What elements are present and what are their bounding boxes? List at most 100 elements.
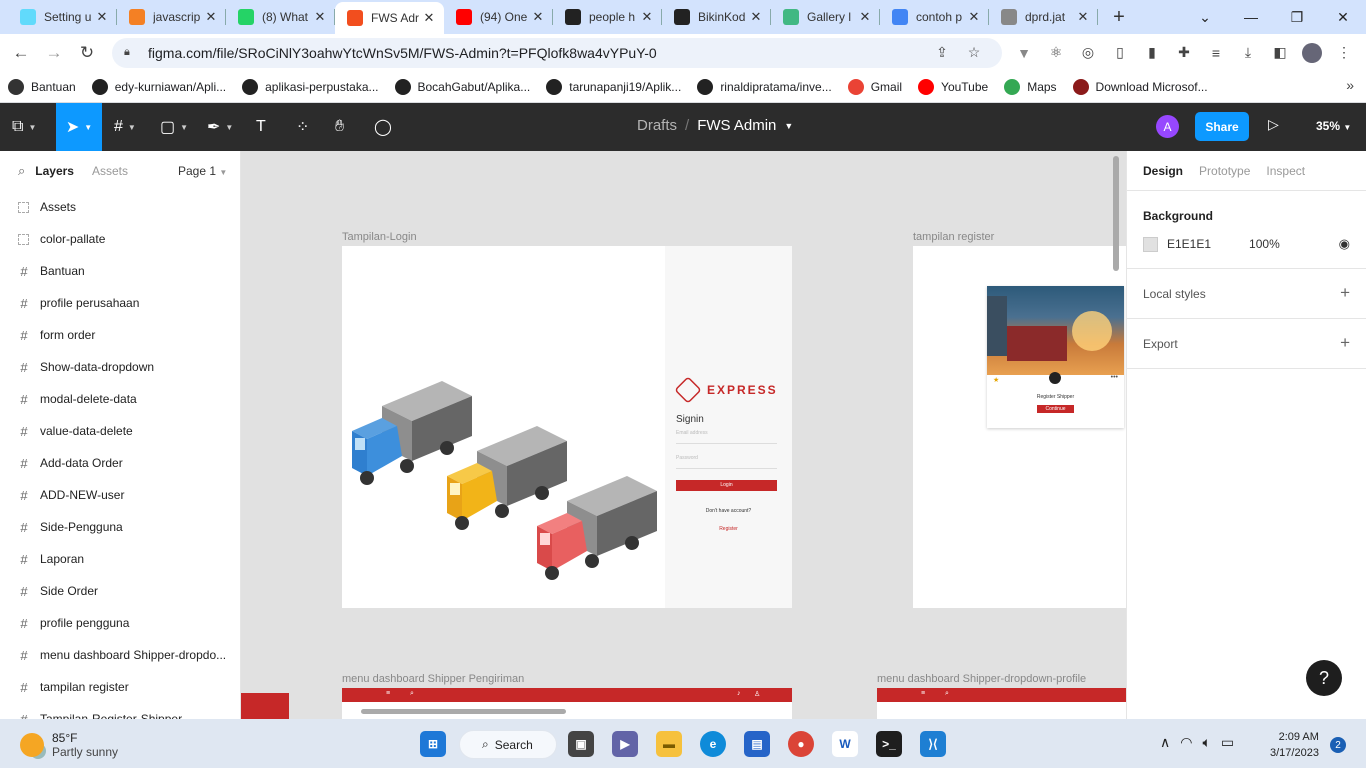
bookmark-item[interactable]: tarunapanji19/Aplik... [546, 78, 681, 95]
taskbar-clock[interactable]: 2:09 AM 3/17/2023 [1270, 729, 1319, 761]
side-panel-icon[interactable]: ◧ [1264, 38, 1296, 68]
battery-icon[interactable]: ▭ [1221, 734, 1234, 751]
close-tab-icon[interactable]: ✕ [95, 9, 109, 25]
layer-item[interactable]: # Side-Pengguna [0, 511, 240, 543]
hand-tool-icon[interactable]: ✋︎ [335, 115, 344, 139]
notification-badge[interactable]: 2 [1330, 737, 1346, 753]
reading-list-icon[interactable]: ≡ [1200, 38, 1232, 68]
browser-tab[interactable]: Gallery l ✕ [771, 0, 880, 34]
frame-tool-icon[interactable]: # ▼ [114, 115, 136, 139]
close-window-button[interactable]: ✕ [1320, 9, 1366, 26]
bookmark-star-icon[interactable]: ☆ [958, 44, 990, 61]
layer-item[interactable]: # ADD-NEW-user [0, 479, 240, 511]
frame-dashboard-pengiriman[interactable]: ≡ ⌕ ♪ ♙ [342, 688, 792, 719]
minimize-button[interactable]: — [1228, 9, 1274, 25]
browser-tab[interactable]: BikinKod ✕ [662, 0, 771, 34]
frame-label-dash-pengiriman[interactable]: menu dashboard Shipper Pengiriman [342, 673, 524, 685]
new-tab-button[interactable]: + [1104, 0, 1134, 34]
volume-icon[interactable]: 🔈︎ [1202, 734, 1210, 751]
layer-item[interactable]: # Tampilan-Register-Shipper [0, 703, 240, 720]
tab-search-icon[interactable]: ⌄ [1182, 9, 1228, 26]
vscode-icon[interactable]: ⟩⟨ [920, 731, 946, 757]
user-avatar[interactable]: A [1156, 115, 1179, 138]
layer-item[interactable]: # menu dashboard Shipper-dropdo... [0, 639, 240, 671]
tab-layers[interactable]: Layers [35, 164, 74, 178]
layer-item[interactable]: Assets [0, 191, 240, 223]
profile-avatar-icon[interactable] [1296, 38, 1328, 68]
layer-item[interactable]: # profile perusahaan [0, 287, 240, 319]
tab-design[interactable]: Design [1143, 164, 1183, 178]
layer-item[interactable]: # profile pengguna [0, 607, 240, 639]
comment-tool-icon[interactable]: ◯ [374, 115, 392, 139]
frame-tampilan-register[interactable]: ★ ••• Register Shipper Continue [913, 246, 1126, 608]
layer-item[interactable]: # modal-delete-data [0, 383, 240, 415]
browser-tab[interactable]: javascrip ✕ [117, 0, 226, 34]
weather-widget[interactable]: 85°F Partly sunny [20, 731, 118, 759]
file-explorer-icon[interactable]: ▬ [656, 731, 682, 757]
tab-assets[interactable]: Assets [92, 164, 128, 178]
help-button[interactable]: ? [1306, 660, 1342, 696]
layer-item[interactable]: # Show-data-dropdown [0, 351, 240, 383]
edge-icon[interactable]: e [700, 731, 726, 757]
lock-icon[interactable]: 🔒︎ [124, 46, 138, 59]
close-tab-icon[interactable]: ✕ [967, 9, 981, 25]
figma-menu-icon[interactable]: ⧉ ▼ [12, 115, 36, 139]
browser-tab[interactable]: dprd.jat ✕ [989, 0, 1098, 34]
background-color-swatch[interactable] [1143, 236, 1158, 252]
bookmark-item[interactable]: Bantuan [8, 78, 76, 95]
canvas[interactable]: Tampilan-Login EXPRESS Signin Email addr… [241, 151, 1126, 719]
frame-label-register[interactable]: tampilan register [913, 231, 994, 243]
close-tab-icon[interactable]: ✕ [313, 9, 327, 25]
extensions-puzzle-icon[interactable]: ✚ [1168, 38, 1200, 68]
share-button[interactable]: Share [1195, 112, 1249, 141]
layer-item[interactable]: # Laporan [0, 543, 240, 575]
close-tab-icon[interactable]: ✕ [422, 10, 436, 26]
store-icon[interactable]: ▤ [744, 731, 770, 757]
bookmark-item[interactable]: Download Microsof... [1072, 78, 1208, 95]
share-page-icon[interactable]: ⇪ [926, 44, 958, 61]
move-tool-icon[interactable]: ➤ ▼ [56, 103, 102, 151]
background-opacity-input[interactable]: 100% [1249, 237, 1280, 251]
task-view-icon[interactable]: ▣ [568, 731, 594, 757]
file-name[interactable]: FWS Admin [697, 117, 776, 134]
bookmark-item[interactable]: rinaldipratama/inve... [697, 78, 832, 95]
download-icon[interactable]: ⤓ [1232, 38, 1264, 68]
frame-dashboard-dropdown-profile[interactable]: ≡ ⌕ [877, 688, 1126, 719]
layer-item[interactable]: # Add-data Order [0, 447, 240, 479]
layer-item[interactable]: # value-data-delete [0, 415, 240, 447]
bookmark-item[interactable]: Maps [1004, 78, 1057, 95]
reload-button[interactable]: ↻ [72, 38, 102, 68]
close-tab-icon[interactable]: ✕ [640, 9, 654, 25]
wifi-icon[interactable]: ◠ [1180, 734, 1192, 751]
bookmark-item[interactable]: Gmail [847, 78, 902, 95]
layer-item[interactable]: # Bantuan [0, 255, 240, 287]
browser-tab[interactable]: (94) One ✕ [444, 0, 553, 34]
resources-tool-icon[interactable]: ⁘ [296, 115, 309, 139]
windows-start-icon[interactable]: ⊞ [420, 731, 446, 757]
menu-kebab-icon[interactable]: ⋮ [1328, 38, 1360, 68]
shape-tool-icon[interactable]: ▢ ▼ [160, 115, 188, 139]
browser-tab[interactable]: (8) What ✕ [226, 0, 335, 34]
canvas-horizontal-scrollbar[interactable] [361, 709, 566, 714]
extension-page-icon[interactable]: ▯ [1104, 38, 1136, 68]
eye-icon[interactable]: ◉ [1339, 236, 1350, 252]
extension-circle-icon[interactable]: ◎ [1072, 38, 1104, 68]
close-tab-icon[interactable]: ✕ [858, 9, 872, 25]
bookmark-item[interactable]: edy-kurniawan/Apli... [91, 78, 226, 95]
layer-item[interactable]: # form order [0, 319, 240, 351]
background-hex-input[interactable]: E1E1E1 [1167, 237, 1211, 251]
restore-button[interactable]: ❐ [1274, 9, 1320, 26]
extension-phone-icon[interactable]: ▮ [1136, 38, 1168, 68]
frame-label-login[interactable]: Tampilan-Login [342, 231, 417, 243]
zoom-menu[interactable]: 35% ▼ [1316, 119, 1351, 133]
present-play-icon[interactable]: ▷ [1268, 116, 1279, 133]
back-button[interactable]: ← [6, 38, 36, 68]
drafts-link[interactable]: Drafts [637, 117, 677, 134]
bookmark-item[interactable]: BocahGabut/Aplika... [394, 78, 530, 95]
close-tab-icon[interactable]: ✕ [204, 9, 218, 25]
file-title[interactable]: Drafts / FWS Admin ▼ [637, 117, 793, 134]
frame-tampilan-login[interactable]: EXPRESS Signin Email address Password Lo… [342, 246, 792, 608]
add-style-icon[interactable]: + [1340, 283, 1350, 303]
word-icon[interactable]: W [832, 731, 858, 757]
layer-item[interactable]: # tampilan register [0, 671, 240, 703]
